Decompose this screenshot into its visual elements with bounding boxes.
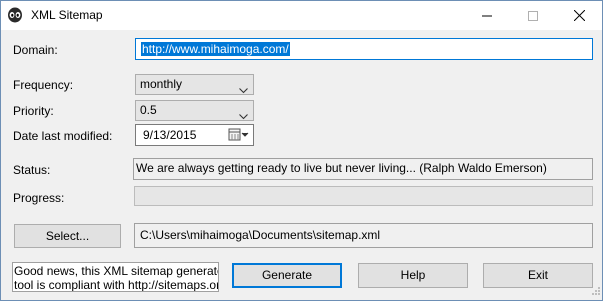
title-bar[interactable]: XML Sitemap — [1, 1, 602, 30]
sitemap-path-field: C:\Users\mihaimoga\Documents\sitemap.xml — [134, 223, 593, 248]
main-window: XML Sitemap Domain: http://www.mihaimoga… — [0, 0, 603, 301]
status-text: We are always getting ready to live but … — [136, 161, 547, 175]
frequency-label: Frequency: — [13, 78, 74, 92]
minimize-icon — [482, 15, 492, 16]
calendar-dropdown-icon[interactable] — [228, 128, 250, 148]
exit-button[interactable]: Exit — [483, 263, 593, 288]
date-picker[interactable]: 9/13/2015 — [135, 124, 254, 146]
date-label: Date last modified: — [13, 129, 113, 143]
compliance-info: Good news, this XML sitemap generator to… — [12, 262, 219, 292]
alien-head-icon — [7, 7, 23, 23]
maximize-icon — [528, 10, 538, 21]
status-label: Status: — [13, 163, 51, 177]
compliance-info-line2: tool is compliant with http://sitemaps.o… — [14, 278, 219, 292]
select-file-button[interactable]: Select... — [14, 224, 121, 248]
resize-grip-icon[interactable] — [591, 285, 601, 299]
priority-label: Priority: — [13, 104, 54, 118]
close-button[interactable] — [556, 1, 602, 30]
frequency-select[interactable]: monthly — [135, 74, 254, 95]
help-button[interactable]: Help — [358, 263, 468, 288]
progress-bar — [134, 186, 593, 206]
domain-input-value: http://www.mihaimoga.com/ — [141, 42, 290, 56]
frequency-value: monthly — [140, 77, 183, 91]
compliance-info-line1: Good news, this XML sitemap generator — [14, 264, 219, 278]
sitemap-path-text: C:\Users\mihaimoga\Documents\sitemap.xml — [140, 228, 381, 242]
close-icon — [573, 10, 585, 21]
priority-select[interactable]: 0.5 — [135, 100, 254, 121]
window-title: XML Sitemap — [31, 8, 103, 22]
domain-input[interactable]: http://www.mihaimoga.com/ — [135, 38, 593, 60]
date-value: 9/13/2015 — [143, 128, 197, 142]
maximize-button[interactable] — [510, 1, 556, 30]
generate-button[interactable]: Generate — [232, 263, 342, 288]
chevron-down-icon — [239, 81, 248, 100]
progress-label: Progress: — [13, 191, 65, 205]
minimize-button[interactable] — [464, 1, 510, 30]
priority-value: 0.5 — [140, 103, 157, 117]
domain-label: Domain: — [13, 43, 58, 57]
status-field: We are always getting ready to live but … — [133, 158, 593, 180]
